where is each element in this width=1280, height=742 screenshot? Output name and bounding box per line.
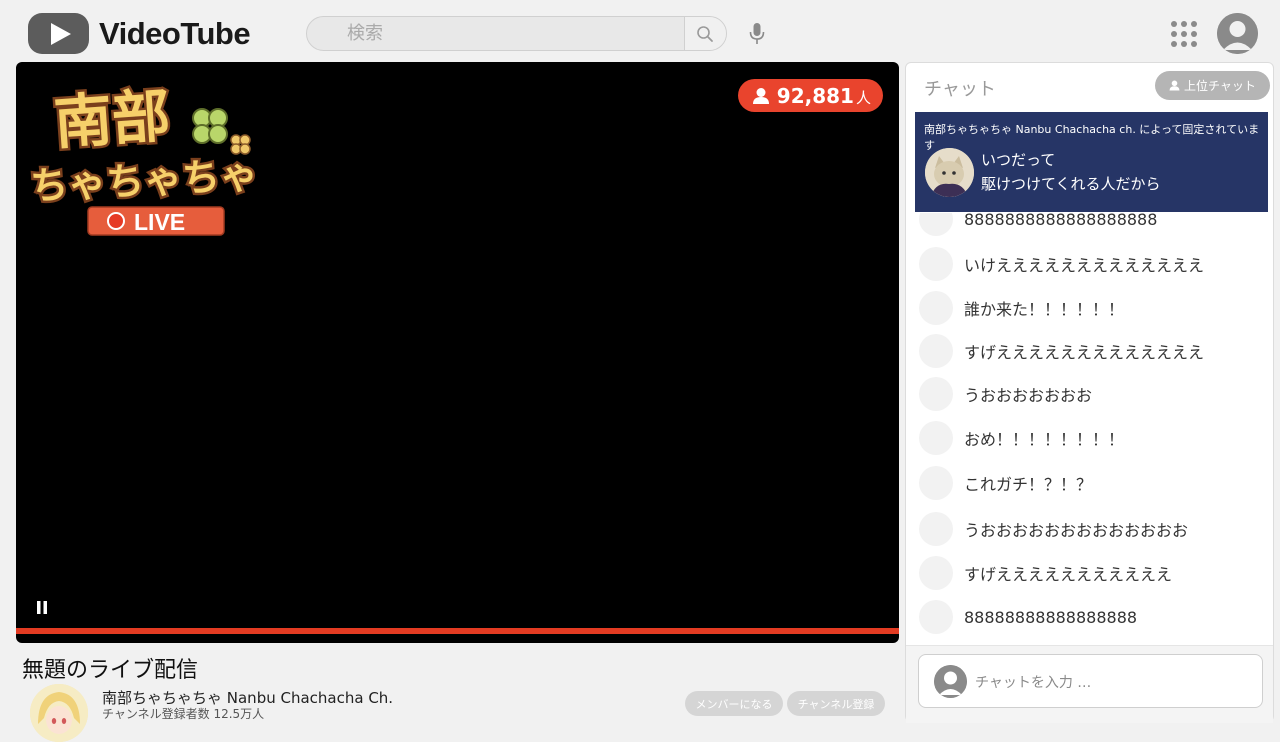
top-header: VideoTube — [0, 0, 1280, 62]
chat-header: チャット 上位チャット — [906, 63, 1273, 109]
chat-message: いけえええええええええええええ — [919, 247, 1204, 281]
videotube-logo[interactable]: VideoTube — [28, 13, 251, 54]
chat-message-list: 8888888888888888888 いけえええええええええええええ 誰か来た… — [906, 213, 1273, 643]
channel-avatar-image — [30, 684, 88, 742]
user-avatar-icon — [1217, 13, 1258, 54]
small-clover-icon — [230, 134, 251, 155]
chat-panel: チャット 上位チャット 南部ちゃちゃちゃ Nanbu Chachacha ch.… — [905, 62, 1274, 723]
pinned-avatar — [925, 148, 974, 197]
chat-text: 誰か来た！！！！！！ — [964, 300, 1125, 319]
chat-message: 誰か来た！！！！！！ — [919, 291, 1124, 325]
chat-text: 8888888888888888888 — [964, 213, 1158, 229]
chat-text: これガチ！？！？ — [964, 475, 1093, 494]
chat-message: すげえええええええええええええ — [919, 334, 1204, 368]
chat-input-placeholder: チャットを入力 … — [975, 675, 1092, 691]
person-icon — [1169, 80, 1180, 91]
pinned-text: いつだって 駆けつけてくれる人だから — [981, 148, 1161, 196]
live-label: LIVE — [134, 209, 185, 235]
pinned-line-2: 駆けつけてくれる人だから — [981, 175, 1161, 193]
search-icon — [697, 26, 713, 42]
channel-avatar[interactable] — [30, 684, 88, 742]
chat-avatar — [919, 556, 953, 590]
pause-icon[interactable] — [36, 600, 48, 616]
pinned-message[interactable]: 南部ちゃちゃちゃ Nanbu Chachacha ch. によって固定されていま… — [915, 112, 1268, 212]
chat-avatar — [919, 291, 953, 325]
chat-text: いけえええええええええええええ — [964, 256, 1205, 275]
progress-bar[interactable] — [16, 628, 899, 634]
user-avatar[interactable] — [1217, 13, 1258, 54]
chat-text: うおおおおおおお — [964, 386, 1093, 405]
viewer-count: 92,881 — [776, 83, 854, 108]
chat-input[interactable]: チャットを入力 … — [918, 654, 1263, 708]
chat-message: うおおおおおおおおおおおおお — [919, 512, 1188, 546]
top-chat-label: 上位チャット — [1184, 79, 1256, 93]
chat-input-area: チャットを入力 … — [906, 645, 1273, 723]
chat-title: チャット — [924, 79, 996, 100]
join-membership-button[interactable]: メンバーになる — [685, 691, 783, 716]
brand-title-kanji: 南部 — [52, 81, 172, 157]
video-title: 無題のライブ配信 — [22, 658, 199, 683]
chat-avatar — [919, 247, 953, 281]
search-button[interactable] — [684, 17, 726, 50]
video-player[interactable]: 南部 ちゃちゃちゃ LIVE 92,881 人 — [16, 62, 899, 643]
channel-brand-logo: 南部 ちゃちゃちゃ LIVE — [27, 79, 256, 236]
chat-message: これガチ！？！？ — [919, 466, 1092, 500]
chat-message: すげえええええええええええ — [919, 556, 1172, 590]
chat-avatar — [919, 512, 953, 546]
chat-avatar — [919, 600, 953, 634]
microphone-icon[interactable] — [748, 22, 766, 46]
brand-title-kana: ちゃちゃちゃ — [29, 153, 256, 209]
chat-avatar — [919, 421, 953, 455]
chat-input-avatar — [934, 665, 967, 698]
search-bar — [306, 16, 727, 51]
chat-message: おめ！！！！！！！！ — [919, 421, 1124, 455]
subscriber-count: チャンネル登録者数 12.5万人 — [102, 707, 265, 721]
chat-text: 88888888888888888 — [964, 607, 1138, 627]
search-input[interactable] — [307, 17, 685, 50]
subscribe-button[interactable]: チャンネル登録 — [787, 691, 885, 716]
chat-text: うおおおおおおおおおおおおお — [964, 521, 1189, 540]
chat-avatar — [919, 213, 953, 236]
pinned-line-1: いつだって — [981, 151, 1056, 169]
top-chat-button[interactable]: 上位チャット — [1155, 71, 1270, 100]
chat-avatar — [919, 377, 953, 411]
chat-message: 88888888888888888 — [919, 600, 1137, 634]
viewer-unit: 人 — [855, 88, 871, 107]
app-name: VideoTube — [99, 15, 251, 51]
chat-text: おめ！！！！！！！！ — [964, 430, 1125, 449]
clover-icon — [192, 108, 228, 144]
chat-text: すげえええええええええええええ — [964, 343, 1205, 362]
user-avatar-icon — [934, 665, 967, 698]
cat-avatar-image — [925, 148, 974, 197]
chat-avatar — [919, 466, 953, 500]
apps-grid-icon[interactable] — [1170, 20, 1198, 48]
chat-message: うおおおおおおお — [919, 377, 1092, 411]
chat-message: 8888888888888888888 — [919, 213, 1157, 236]
viewer-count-badge: 92,881 人 — [737, 79, 883, 112]
person-icon — [752, 87, 769, 104]
chat-avatar — [919, 334, 953, 368]
chat-text: すげえええええええええええ — [964, 565, 1173, 584]
play-logo-icon — [28, 13, 89, 54]
live-dot-icon — [107, 212, 125, 230]
